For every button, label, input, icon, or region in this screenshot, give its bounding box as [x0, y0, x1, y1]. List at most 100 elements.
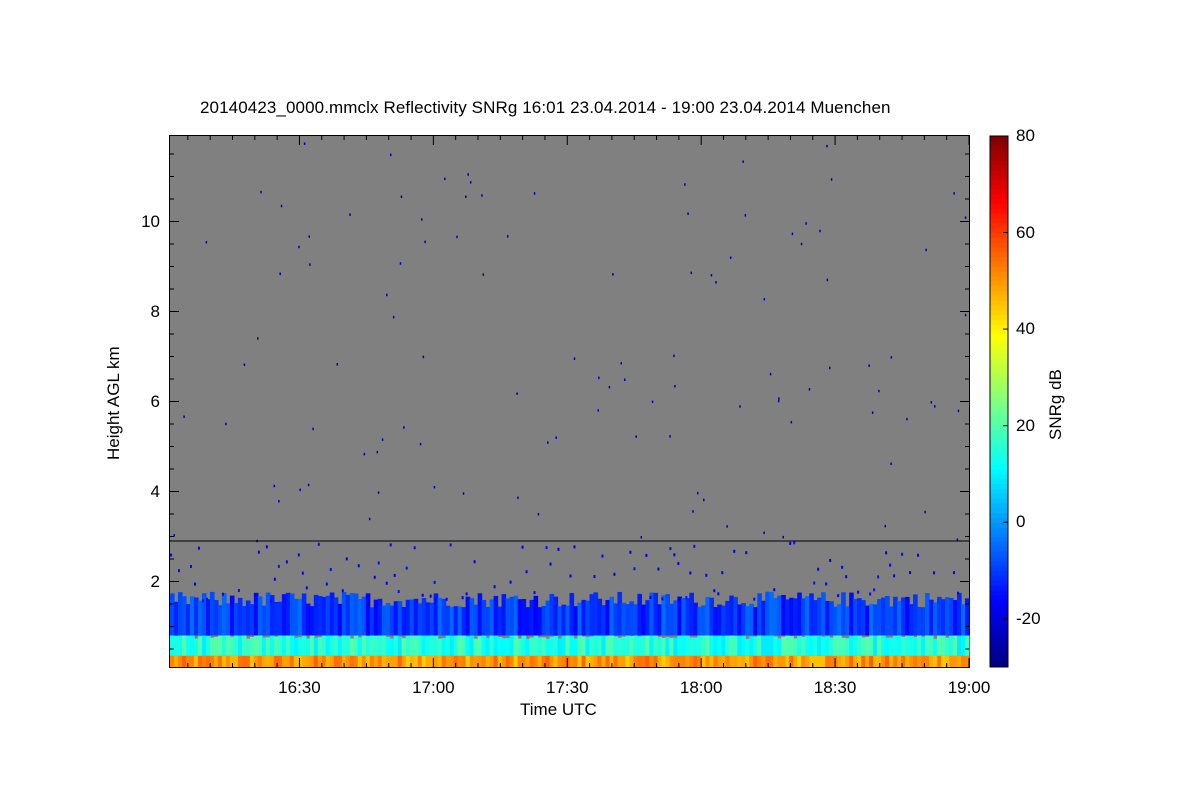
y-tick-label: 4 [150, 481, 160, 501]
echo-column [361, 634, 367, 656]
echo-column [461, 607, 467, 636]
echo-mark [685, 596, 688, 600]
echo-column [197, 600, 203, 636]
echo-column [949, 598, 954, 636]
echo-column [253, 633, 259, 656]
echo-column [837, 655, 842, 667]
echo-column [617, 591, 623, 636]
colorbar-segment [990, 343, 1008, 349]
echo-column [605, 655, 611, 667]
colorbar-segment [990, 353, 1008, 359]
echo-column [409, 655, 415, 667]
echo-column [405, 655, 411, 667]
echo-column [245, 655, 251, 667]
echo-column [693, 655, 698, 667]
noise-point [805, 222, 807, 225]
echo-column [601, 605, 607, 636]
echo-column [181, 632, 187, 656]
colorbar-segment [990, 657, 1008, 663]
echo-column [885, 637, 890, 656]
echo-column [373, 635, 379, 656]
noise-point [964, 313, 967, 317]
echo-column [421, 597, 427, 636]
noise-point [763, 531, 765, 535]
echo-column [921, 636, 926, 656]
echo-column [385, 636, 391, 656]
echo-mark [405, 566, 408, 570]
echo-column [689, 655, 694, 667]
colorbar-segment [990, 507, 1008, 514]
echo-column [297, 598, 303, 636]
echo-column [757, 593, 762, 636]
colorbar-segment [990, 169, 1008, 176]
echo-mark [170, 553, 172, 557]
echo-column [381, 634, 387, 656]
echo-column [865, 636, 870, 656]
colorbar-tick-label: 60 [1016, 222, 1035, 242]
echo-column [521, 634, 527, 656]
echo-column [837, 634, 842, 656]
colorbar-segment [990, 531, 1008, 538]
echo-column [269, 633, 275, 656]
echo-column [953, 600, 958, 636]
echo-column [465, 596, 471, 636]
colorbar-label: SNRg dB [1046, 369, 1065, 440]
noise-point [465, 195, 467, 198]
echo-column [533, 655, 539, 667]
echo-column [933, 638, 938, 656]
echo-column [349, 655, 355, 667]
echo-column [421, 655, 427, 667]
echo-column [889, 637, 894, 656]
echo-column [381, 655, 387, 667]
echo-column [757, 635, 762, 656]
colorbar-segment [990, 179, 1008, 185]
echo-column [333, 597, 339, 636]
noise-point [400, 195, 403, 198]
echo-column [197, 636, 203, 656]
echo-column [717, 634, 722, 656]
colorbar-segment [990, 372, 1008, 378]
colorbar-segment [990, 145, 1008, 151]
echo-mark [909, 571, 912, 575]
echo-column [941, 599, 946, 636]
echo-column [293, 655, 299, 667]
colorbar-segment [990, 319, 1008, 325]
echo-mark [841, 565, 844, 569]
echo-mark [793, 541, 796, 545]
echo-column [485, 655, 491, 667]
echo-column [921, 655, 926, 667]
echo-column [929, 635, 934, 656]
echo-column [917, 655, 922, 667]
echo-mark [317, 542, 320, 546]
echo-column [585, 636, 591, 656]
echo-column [197, 655, 203, 667]
noise-point [612, 273, 614, 276]
echo-mark [385, 581, 388, 585]
echo-column [869, 634, 874, 656]
echo-column [661, 637, 666, 656]
noise-point [744, 214, 747, 217]
echo-column [841, 637, 846, 656]
colorbar-segment [990, 546, 1008, 552]
noise-point [830, 178, 833, 181]
echo-column [681, 632, 686, 656]
echo-mark [901, 552, 904, 556]
echo-column [449, 606, 455, 636]
noise-point [800, 242, 803, 246]
echo-mark [549, 562, 552, 566]
colorbar-segment [990, 401, 1008, 407]
echo-mark [389, 543, 392, 547]
echo-column [545, 638, 551, 656]
echo-column [249, 636, 255, 656]
echo-column [337, 603, 343, 636]
echo-column [237, 655, 243, 667]
noise-point [309, 263, 311, 266]
noise-point [726, 525, 728, 528]
echo-column [817, 635, 822, 656]
echo-column [261, 655, 267, 667]
echo-column [801, 655, 806, 667]
noise-point [390, 153, 392, 157]
echo-column [337, 636, 343, 656]
echo-column [557, 606, 563, 636]
echo-column [745, 606, 750, 636]
